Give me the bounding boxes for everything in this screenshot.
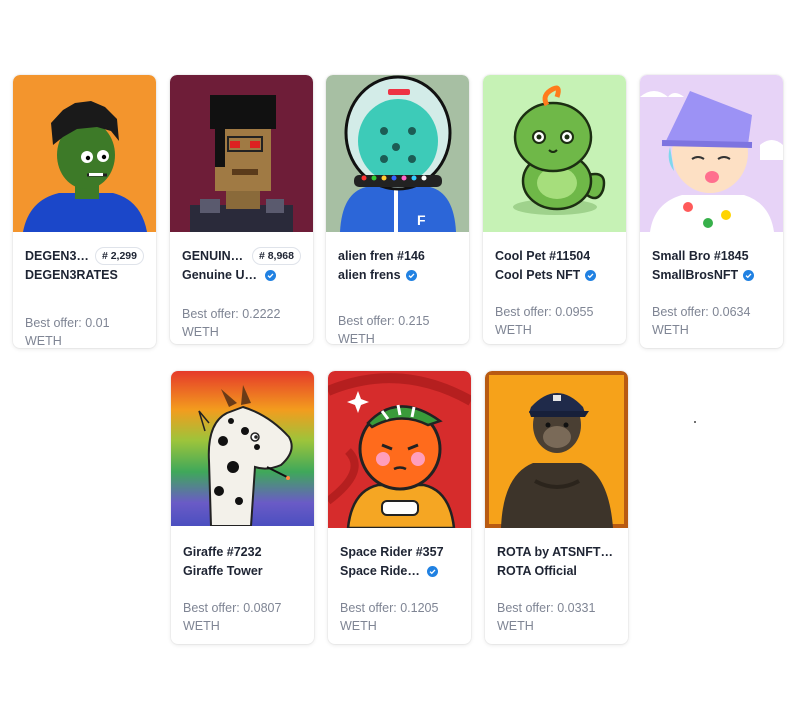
nft-name[interactable]: Space Rider #357 (340, 545, 444, 559)
collection-name[interactable]: DEGEN3RATES (25, 268, 118, 282)
nft-image-rota[interactable] (485, 371, 628, 528)
nft-image-genuine[interactable] (170, 75, 313, 232)
nft-image-alien[interactable]: F (326, 75, 469, 232)
nft-name[interactable]: ROTA by ATSNFT #5... (497, 545, 616, 559)
collection-name[interactable]: Giraffe Tower (183, 564, 263, 578)
best-offer: Best offer: 0.1205 WETH (340, 601, 439, 633)
collection-name[interactable]: ROTA Official (497, 564, 577, 578)
nft-name[interactable]: Cool Pet #11504 (495, 249, 590, 263)
nft-card-alien-fren[interactable]: F alien fren #146 alien frens Best offer… (326, 75, 469, 344)
nft-card-giraffe[interactable]: Giraffe #7232 Giraffe Tower Best offer: … (171, 371, 314, 644)
collection-name[interactable]: Cool Pets NFT (495, 268, 580, 282)
nft-card-rota[interactable]: ROTA by ATSNFT #5... ROTA Official Best … (485, 371, 628, 644)
best-offer: Best offer: 0.0955 WETH (495, 305, 594, 337)
verified-check-icon (585, 269, 597, 281)
best-offer: Best offer: 0.2222 WETH (182, 307, 281, 339)
rarity-rank-badge: # 8,968 (251, 247, 301, 265)
nft-image-giraffe[interactable] (171, 371, 314, 526)
nft-image-cool-pet[interactable] (483, 75, 626, 232)
collection-name[interactable]: Space Riders ... (340, 564, 422, 578)
best-offer: Best offer: 0.0807 WETH (183, 601, 282, 633)
nft-name[interactable]: alien fren #146 (338, 249, 425, 263)
best-offer: Best offer: 0.01 WETH (25, 316, 110, 348)
verified-check-icon (743, 269, 755, 281)
nft-card-cool-pet[interactable]: Cool Pet #11504 Cool Pets NFT Best offer… (483, 75, 626, 344)
verified-check-icon (427, 565, 438, 577)
nft-name[interactable]: Giraffe #7232 (183, 545, 262, 559)
collection-name[interactable]: SmallBrosNFT (652, 268, 738, 282)
svg-text:F: F (417, 212, 426, 228)
best-offer: Best offer: 0.0331 WETH (497, 601, 596, 633)
verified-check-icon (405, 269, 417, 281)
nft-image-degen[interactable] (13, 75, 156, 232)
best-offer: Best offer: 0.0634 WETH (652, 305, 751, 337)
nft-image-small-bro[interactable] (640, 75, 783, 232)
nft-card-genuine[interactable]: GENUINE ... # 8,968 Genuine Und... Best … (170, 75, 313, 344)
collection-name[interactable]: alien frens (338, 268, 401, 282)
nft-card-space-rider[interactable]: Space Rider #357 Space Riders ... Best o… (328, 371, 471, 644)
nft-card-degen3rates[interactable]: DEGEN3RA... # 2,299 DEGEN3RATES Best off… (13, 75, 156, 348)
verified-check-icon (265, 269, 276, 281)
nft-image-space-rider[interactable] (328, 371, 471, 528)
best-offer: Best offer: 0.215 WETH (338, 314, 430, 344)
nft-name[interactable]: Small Bro #1845 (652, 249, 749, 263)
collection-name[interactable]: Genuine Und... (182, 268, 260, 282)
stray-dot (694, 421, 696, 423)
nft-name[interactable]: GENUINE ... (182, 249, 246, 263)
nft-card-small-bro[interactable]: Small Bro #1845 SmallBrosNFT Best offer:… (640, 75, 783, 348)
nft-name[interactable]: DEGEN3RA... (25, 249, 89, 263)
rarity-rank-badge: # 2,299 (94, 247, 144, 265)
